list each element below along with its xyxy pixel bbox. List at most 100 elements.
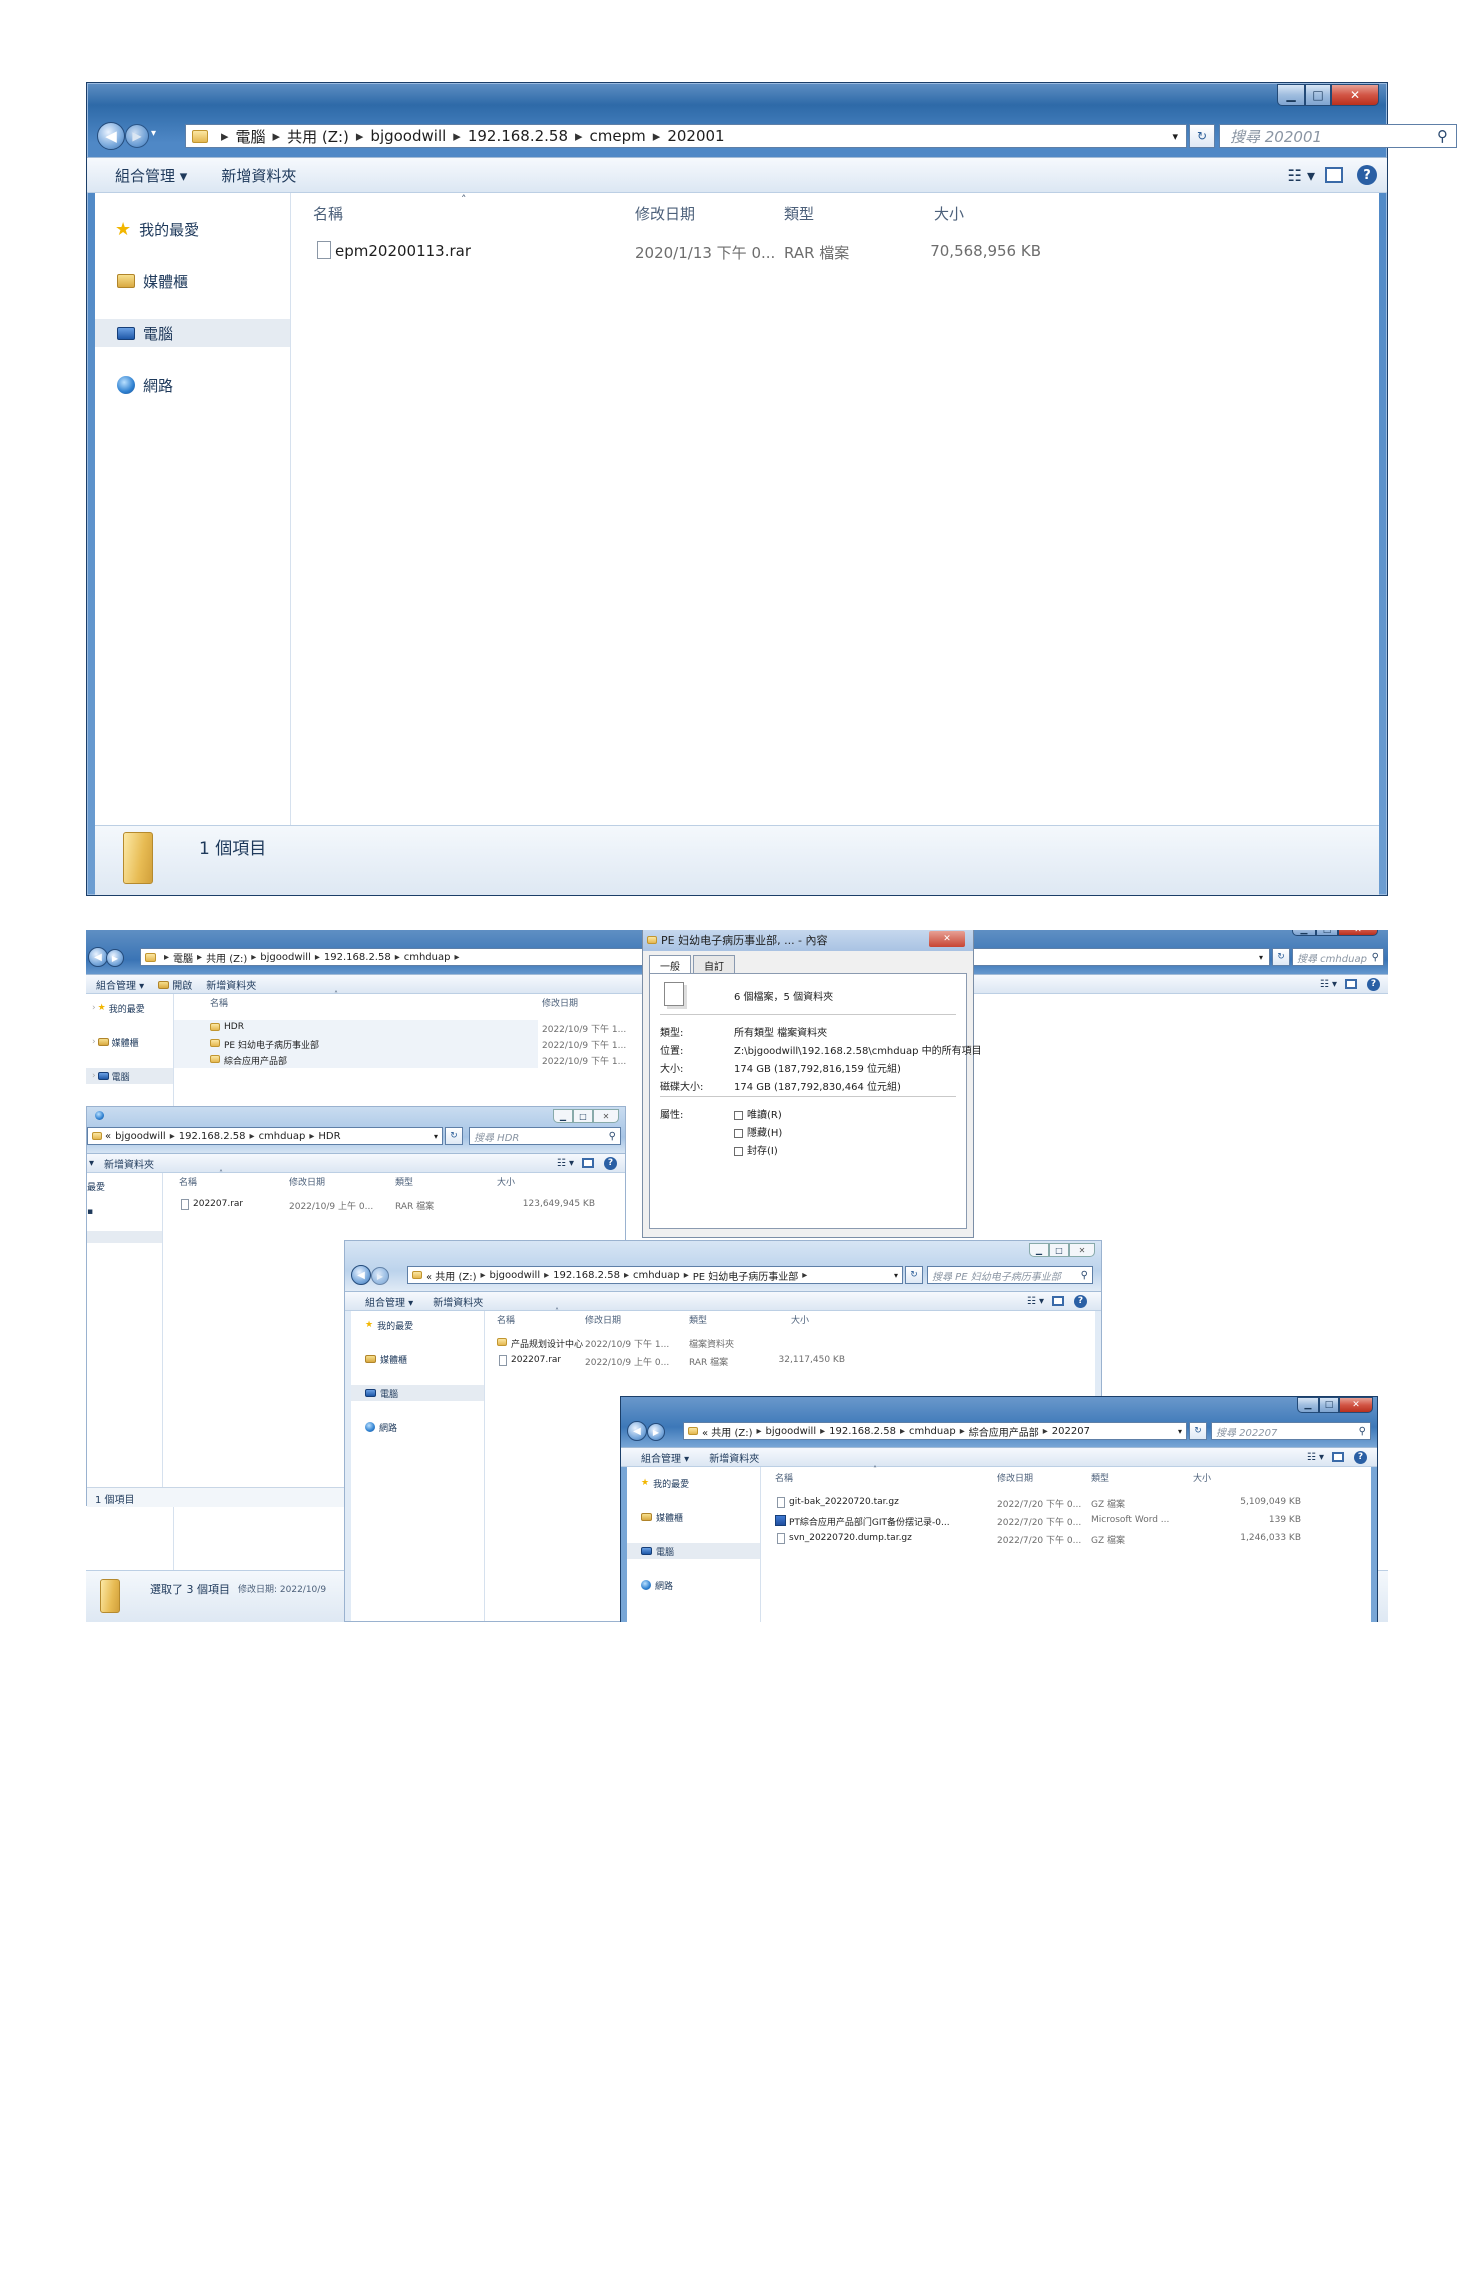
file-row[interactable]: epm20200113.rar 2020/1/13 下午 0... RAR 檔案… xyxy=(291,237,1379,265)
nav-network[interactable]: 網路 xyxy=(95,371,290,399)
help-icon[interactable]: ? xyxy=(1367,977,1380,991)
preview-pane-icon[interactable] xyxy=(1325,167,1343,183)
maximize-button[interactable]: □ xyxy=(1049,1243,1069,1257)
refresh-button[interactable]: ↻ xyxy=(1189,124,1215,148)
column-type[interactable]: 類型 xyxy=(784,203,814,224)
folder-row[interactable]: PE 妇幼电子病历事业部 2022/10/9 下午 1... 檔案資料夾 xyxy=(174,1036,689,1052)
forward-button[interactable]: ▶ xyxy=(647,1423,665,1441)
column-modified[interactable]: 修改日期 xyxy=(289,1175,325,1188)
breadcrumb-share[interactable]: 共用 (Z:) xyxy=(287,126,349,147)
view-options-icon[interactable]: ☷ ▾ xyxy=(1307,1452,1324,1463)
column-name[interactable]: 名稱 xyxy=(497,1313,515,1326)
column-modified[interactable]: 修改日期 xyxy=(585,1313,621,1326)
preview-pane-icon[interactable] xyxy=(1052,1296,1064,1306)
forward-button[interactable]: ▶ xyxy=(371,1267,389,1285)
search-input[interactable]: 搜尋 202001 ⚲ xyxy=(1219,124,1457,148)
maximize-button[interactable]: □ xyxy=(1319,1397,1339,1413)
close-button[interactable]: ✕ xyxy=(929,931,965,947)
address-bar[interactable]: « 共用 (Z:) ▸ bjgoodwill ▸ 192.168.2.58 ▸ cmh… xyxy=(407,1266,903,1284)
view-options-icon[interactable]: ☷ ▾ xyxy=(1288,166,1315,185)
back-button[interactable]: ◀ xyxy=(97,122,125,150)
breadcrumb-ip[interactable]: 192.168.2.58 xyxy=(468,127,568,145)
column-size[interactable]: 大小 xyxy=(1193,1471,1211,1484)
column-name[interactable]: 名稱 xyxy=(775,1471,793,1484)
column-type[interactable]: 類型 xyxy=(1091,1471,1109,1484)
address-bar[interactable]: « 共用 (Z:) ▸ bjgoodwill ▸ 192.168.2.58 ▸ cmh… xyxy=(683,1422,1187,1440)
address-dropdown-icon[interactable]: ▾ xyxy=(1259,953,1263,962)
preview-pane-icon[interactable] xyxy=(1345,979,1357,989)
column-size[interactable]: 大小 xyxy=(934,203,964,224)
nav-favorites[interactable]: 最愛 xyxy=(87,1179,162,1193)
search-input[interactable]: 搜尋 PE 妇幼电子病历事业部 ⚲ xyxy=(927,1266,1093,1284)
folder-row[interactable]: HDR 2022/10/9 下午 1... 檔案資料夾 xyxy=(174,1020,689,1036)
nav-network[interactable]: 網路 xyxy=(351,1419,484,1435)
address-dropdown-icon[interactable]: ▾ xyxy=(1172,130,1178,143)
nav-computer[interactable] xyxy=(87,1231,162,1243)
view-options-icon[interactable]: ☷ ▾ xyxy=(1027,1296,1044,1307)
new-folder-button[interactable]: 新增資料夾 xyxy=(206,977,256,992)
maximize-button[interactable]: □ xyxy=(573,1109,593,1123)
help-icon[interactable]: ? xyxy=(1357,165,1377,185)
preview-pane-icon[interactable] xyxy=(1332,1452,1344,1462)
open-button[interactable]: 開啟 xyxy=(158,977,192,992)
new-folder-button[interactable]: 新增資料夾 xyxy=(433,1294,483,1309)
address-bar[interactable]: ▸ 電腦 ▸ 共用 (Z:) ▸ bjgoodwill ▸ 192.168.2.58 ▸… xyxy=(185,124,1187,148)
view-options-icon[interactable]: ☷ ▾ xyxy=(557,1158,574,1169)
close-button[interactable]: ✕ xyxy=(1069,1243,1095,1257)
minimize-button[interactable]: ▁ xyxy=(1277,84,1305,106)
readonly-checkbox[interactable]: 唯讀(R) xyxy=(734,1106,782,1121)
column-size[interactable]: 大小 xyxy=(497,1175,515,1188)
organize-button[interactable]: 組合管理 ▾ xyxy=(365,1294,413,1309)
organize-button[interactable]: 組合管理 ▾ xyxy=(115,165,187,186)
maximize-button[interactable]: □ xyxy=(1316,930,1338,936)
search-input[interactable]: 搜尋 202207 ⚲ xyxy=(1211,1422,1371,1440)
column-name[interactable]: 名稱 xyxy=(313,203,343,224)
refresh-button[interactable]: ↻ xyxy=(1272,948,1290,966)
search-input[interactable]: 搜尋 HDR ⚲ xyxy=(469,1127,621,1145)
nav-libraries[interactable]: 媒體櫃 xyxy=(627,1509,760,1525)
forward-button[interactable]: ▶ xyxy=(125,124,149,148)
back-button[interactable]: ◀ xyxy=(351,1265,371,1285)
file-row[interactable]: 202207.rar 2022/10/9 上午 0... RAR 檔案 123,… xyxy=(163,1197,625,1213)
nav-computer[interactable]: 電腦 xyxy=(627,1543,760,1559)
help-icon[interactable]: ? xyxy=(604,1156,617,1170)
address-bar[interactable]: « bjgoodwill ▸ 192.168.2.58 ▸ cmhduap ▸ HDR… xyxy=(87,1127,443,1145)
forward-button[interactable]: ▶ xyxy=(106,949,124,967)
close-button[interactable]: ✕ xyxy=(593,1109,619,1123)
nav-favorites[interactable]: ★ 我的最愛 xyxy=(95,215,290,243)
tab-general[interactable]: 一般 xyxy=(649,955,691,975)
address-dropdown-icon[interactable]: ▾ xyxy=(894,1271,898,1280)
column-modified[interactable]: 修改日期 xyxy=(635,203,695,224)
breadcrumb-cmepm[interactable]: cmepm xyxy=(590,127,646,145)
nav-libraries[interactable]: 媒體櫃 xyxy=(351,1351,484,1367)
folder-row[interactable]: 产品规划设计中心 2022/10/9 下午 1... 檔案資料夾 xyxy=(485,1335,1095,1351)
close-button[interactable]: ✕ xyxy=(1331,84,1379,106)
new-folder-button[interactable]: 新增資料夾 xyxy=(221,165,296,186)
breadcrumb-computer[interactable]: 電腦 xyxy=(236,126,266,147)
column-modified[interactable]: 修改日期 xyxy=(997,1471,1033,1484)
file-row[interactable]: git-bak_20220720.tar.gz 2022/7/20 下午 0..… xyxy=(761,1495,1371,1511)
nav-computer[interactable]: › 電腦 xyxy=(86,1068,173,1084)
nav-favorites[interactable]: ★ 我的最愛 xyxy=(627,1475,760,1491)
refresh-button[interactable]: ↻ xyxy=(1189,1422,1207,1440)
close-button[interactable]: ✕ xyxy=(1339,1397,1373,1413)
minimize-button[interactable]: ▁ xyxy=(1297,1397,1319,1413)
minimize-button[interactable]: ▁ xyxy=(1292,930,1316,936)
help-icon[interactable]: ? xyxy=(1074,1294,1087,1308)
search-input[interactable]: 搜尋 cmhduap ⚲ xyxy=(1292,948,1384,966)
preview-pane-icon[interactable] xyxy=(582,1158,594,1168)
nav-computer[interactable]: 電腦 xyxy=(95,319,290,347)
recent-pages-arrow[interactable]: ▾ xyxy=(151,128,156,139)
column-type[interactable]: 類型 xyxy=(395,1175,413,1188)
column-type[interactable]: 類型 xyxy=(689,1313,707,1326)
nav-item[interactable]: ▪ xyxy=(87,1205,162,1219)
address-dropdown-icon[interactable]: ▾ xyxy=(434,1132,438,1141)
column-size[interactable]: 大小 xyxy=(791,1313,809,1326)
organize-button[interactable]: 組合管理 ▾ xyxy=(96,977,144,992)
nav-computer[interactable]: 電腦 xyxy=(351,1385,484,1401)
file-row[interactable]: svn_20220720.dump.tar.gz 2022/7/20 下午 0.… xyxy=(761,1531,1371,1547)
minimize-button[interactable]: ▁ xyxy=(553,1109,573,1123)
minimize-button[interactable]: ▁ xyxy=(1029,1243,1049,1257)
tab-custom[interactable]: 自訂 xyxy=(693,955,735,975)
column-modified[interactable]: 修改日期 xyxy=(542,996,578,1009)
